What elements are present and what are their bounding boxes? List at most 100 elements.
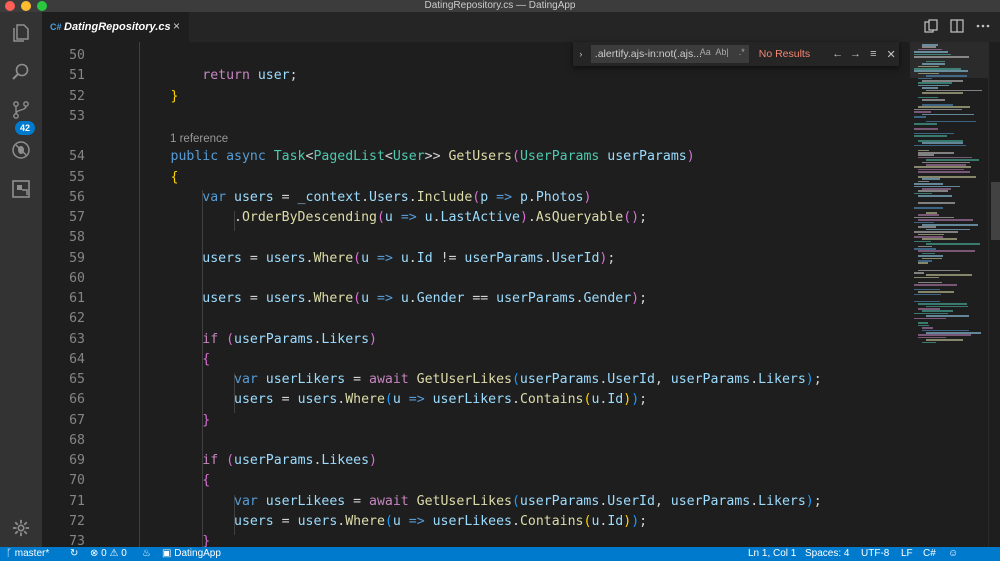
code-line[interactable]: 55 { bbox=[42, 168, 910, 188]
settings-gear-icon[interactable] bbox=[7, 514, 35, 542]
code-line[interactable]: 73 } bbox=[42, 532, 910, 547]
minimap-line bbox=[914, 111, 932, 113]
code-line[interactable]: 68 bbox=[42, 431, 910, 451]
code-token: ) bbox=[686, 149, 695, 165]
code-token: await bbox=[369, 493, 417, 509]
minimap-line bbox=[914, 132, 954, 135]
more-actions-icon[interactable] bbox=[976, 19, 990, 33]
code-line[interactable]: 69 if (userParams.Likees) bbox=[42, 451, 910, 471]
code-token: ) bbox=[583, 189, 592, 205]
git-branch[interactable]: ᚴ master* bbox=[6, 547, 49, 561]
minimap-line bbox=[918, 281, 943, 284]
code-line[interactable]: 70 { bbox=[42, 471, 910, 491]
indentation[interactable]: Spaces: 4 bbox=[805, 547, 849, 561]
minimap-line bbox=[918, 156, 972, 159]
explorer-icon[interactable] bbox=[7, 19, 35, 47]
cursor-position[interactable]: Ln 1, Col 1 bbox=[748, 547, 796, 561]
code-line[interactable]: 67 } bbox=[42, 411, 910, 431]
match-case-icon[interactable]: Aa bbox=[700, 47, 711, 57]
minimap-line bbox=[914, 166, 971, 168]
open-changes-icon[interactable] bbox=[924, 19, 938, 33]
code-line[interactable]: 65 var userLikers = await GetUserLikes(u… bbox=[42, 370, 910, 390]
minimap-line bbox=[926, 164, 967, 166]
minimap-line bbox=[922, 161, 970, 164]
minimap-line bbox=[918, 219, 974, 221]
code-token: AsQueryable bbox=[535, 210, 624, 225]
find-input[interactable]: .alertify.ajs-in:not(.ajs... Aa Ab| .* bbox=[590, 45, 749, 63]
previous-match-icon[interactable]: ← bbox=[830, 48, 846, 60]
code-editor[interactable]: 1 reference 50 51 return user; 52 } 53 54 pu… bbox=[42, 42, 910, 547]
tab-close-icon[interactable]: × bbox=[173, 19, 180, 33]
flame-icon[interactable]: ♨ bbox=[142, 547, 151, 561]
next-match-icon[interactable]: → bbox=[848, 48, 864, 60]
project-selector[interactable]: ▣ DatingApp bbox=[162, 547, 221, 561]
code-line[interactable]: 51 return user; bbox=[42, 66, 910, 86]
code-text: { bbox=[107, 168, 179, 188]
split-editor-icon[interactable] bbox=[950, 19, 964, 33]
code-token: . bbox=[361, 189, 370, 205]
minimize-window-button[interactable] bbox=[21, 1, 31, 11]
minimap-line bbox=[918, 84, 950, 87]
code-line[interactable]: 62 bbox=[42, 309, 910, 329]
search-icon[interactable] bbox=[7, 58, 35, 86]
code-line[interactable]: 72 users = users.Where(u => userLikees.C… bbox=[42, 512, 910, 532]
feedback-smiley-icon[interactable]: ☺ bbox=[948, 547, 958, 561]
code-line[interactable]: 61 users = users.Where(u => u.Gender == … bbox=[42, 289, 910, 309]
code-line[interactable]: 59 users = users.Where(u => u.Id != user… bbox=[42, 249, 910, 269]
vertical-scrollbar[interactable] bbox=[988, 42, 1000, 547]
code-line[interactable]: 53 bbox=[42, 107, 910, 127]
close-find-icon[interactable]: ✕ bbox=[883, 48, 899, 61]
code-token: ( bbox=[353, 250, 362, 266]
code-line[interactable]: 56 var users = _context.Users.Include(p … bbox=[42, 188, 910, 208]
code-line[interactable]: 64 { bbox=[42, 350, 910, 370]
editor-tab-bar: C# DatingRepository.cs × bbox=[42, 12, 1000, 42]
use-regex-icon[interactable]: .* bbox=[739, 47, 745, 57]
problems-indicator[interactable]: ⊗ 0 ⚠ 0 bbox=[90, 547, 127, 561]
minimap-line bbox=[914, 231, 959, 233]
code-token: ; bbox=[639, 513, 648, 529]
close-window-button[interactable] bbox=[5, 1, 15, 11]
minimap-line bbox=[926, 339, 964, 341]
encoding[interactable]: UTF-8 bbox=[861, 547, 889, 561]
code-line[interactable]: 54 public async Task<PagedList<User>> Ge… bbox=[42, 147, 910, 167]
code-line[interactable]: 57 .OrderByDescending(u => u.LastActive)… bbox=[42, 208, 910, 228]
code-token: ) bbox=[623, 513, 632, 529]
minimap-line bbox=[914, 128, 939, 130]
sync-icon[interactable]: ↻ bbox=[70, 547, 78, 561]
line-number: 60 bbox=[69, 270, 85, 286]
tab-datingrepository[interactable]: C# DatingRepository.cs × bbox=[42, 12, 190, 42]
code-token: , bbox=[654, 493, 671, 509]
language-mode[interactable]: C# bbox=[923, 547, 936, 561]
codelens-references[interactable]: 1 reference bbox=[170, 129, 228, 149]
minimap-line bbox=[922, 113, 974, 116]
end-of-line[interactable]: LF bbox=[901, 547, 913, 561]
code-token: u bbox=[416, 210, 433, 225]
line-number: 70 bbox=[69, 473, 85, 489]
debug-icon[interactable] bbox=[7, 136, 35, 164]
code-token: Where bbox=[345, 513, 385, 529]
minimap-line bbox=[926, 89, 983, 92]
extensions-icon[interactable] bbox=[7, 175, 35, 203]
code-line[interactable]: 60 bbox=[42, 269, 910, 289]
code-token: } bbox=[107, 412, 211, 428]
code-token: => bbox=[488, 189, 513, 205]
code-token: ) bbox=[369, 453, 377, 468]
match-whole-word-icon[interactable]: Ab| bbox=[715, 47, 728, 57]
code-token: var bbox=[107, 372, 258, 387]
source-control-icon[interactable] bbox=[7, 96, 35, 124]
code-line[interactable]: 58 bbox=[42, 228, 910, 248]
minimap[interactable] bbox=[910, 42, 988, 547]
code-token: => bbox=[400, 513, 425, 529]
minimap-line bbox=[918, 140, 964, 142]
code-token: GetUserLikes bbox=[416, 493, 512, 509]
find-in-selection-icon[interactable]: ≡ bbox=[865, 48, 881, 60]
code-line[interactable]: 71 var userLikees = await GetUserLikes(u… bbox=[42, 492, 910, 512]
maximize-window-button[interactable] bbox=[37, 1, 47, 11]
code-line[interactable]: 66 users = users.Where(u => userLikers.C… bbox=[42, 390, 910, 410]
code-token: ; bbox=[639, 210, 648, 225]
toggle-replace-icon[interactable]: › bbox=[573, 49, 589, 59]
code-line[interactable]: 63 if (userParams.Likers) bbox=[42, 330, 910, 350]
code-line[interactable]: 52 } bbox=[42, 87, 910, 107]
code-text: users = users.Where(u => userLikers.Cont… bbox=[107, 390, 647, 410]
scrollbar-thumb[interactable] bbox=[991, 182, 1000, 240]
